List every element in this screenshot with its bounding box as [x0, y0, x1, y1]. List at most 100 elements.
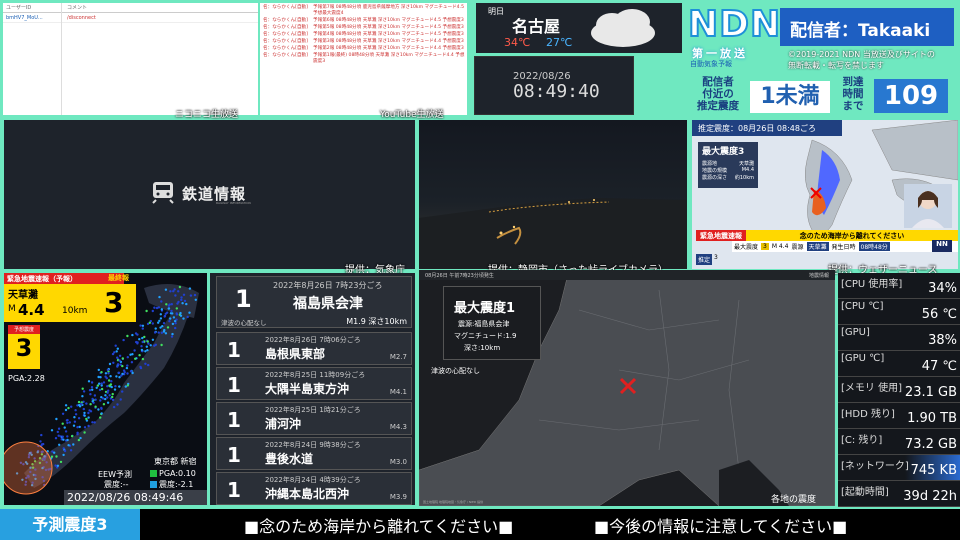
station-dot: [171, 322, 175, 326]
stat-label: [CPU ℃]: [841, 301, 884, 312]
comment-row[interactable]: 名：ならかくん[自動] 予報第7報 08時48分頃 鹿児島県薩摩地方 深さ10km…: [260, 5, 467, 17]
station-dot: [63, 426, 66, 429]
wn-header: 推定震度：08月26日 08:48ごろ: [692, 120, 842, 136]
station-dot: [168, 320, 171, 323]
map-magnitude: マグニチュード:1.9: [454, 332, 517, 340]
station-dot: [188, 311, 191, 314]
station-dot: [170, 309, 173, 313]
shizuoka-live-camera: [419, 120, 687, 269]
comment-row[interactable]: 名：ならかくん[自動] 予報第3報 08時48分頃 天草灘 深さ10km マグニチ…: [260, 39, 467, 45]
eew-depth: 10km: [62, 306, 88, 316]
latest-mag: M1.9 深さ10km: [346, 317, 407, 326]
station-dot: [72, 443, 75, 446]
history-mag: M4.3: [389, 423, 407, 431]
station-dot: [117, 371, 121, 374]
intensity-swatch: [150, 481, 157, 488]
station-dot: [63, 449, 67, 453]
station-dot: [116, 363, 120, 366]
wn-bar-time-label: 発生日時: [831, 244, 856, 251]
system-monitor-panel: [CPU 使用率] 34% [CPU ℃] 56 ℃ [GPU] 38% [GPU ℃] 47…: [838, 273, 960, 507]
youtube-comment-panel: 名：ならかくん[自動] 予報第7報 08時48分頃 鹿児島県薩摩地方 深さ10km…: [260, 3, 467, 115]
history-mag: M4.1: [389, 388, 407, 396]
station-dot: [155, 306, 159, 310]
earthquake-history-row[interactable]: 1 2022年8月24日 9時38分ごろ 豊後水道 M3.0: [216, 437, 412, 470]
station-dot: [97, 408, 100, 411]
station-dot: [175, 307, 178, 310]
station-dot: [185, 302, 188, 306]
station-dot: [57, 434, 60, 437]
station-dot: [171, 332, 174, 336]
station-dot: [72, 424, 76, 427]
station-dot: [138, 338, 141, 341]
station-dot: [98, 388, 102, 392]
station-dot: [55, 417, 58, 421]
eew-title: 緊急地震速報（予報）: [4, 273, 124, 284]
station-dot: [193, 293, 197, 297]
history-mag: M3.9: [389, 493, 407, 501]
streamer-label: 配信者：Takaaki: [780, 8, 954, 46]
station-dot: [100, 382, 103, 385]
stat-label: [GPU]: [841, 327, 870, 338]
comment-user: 名：ならかくん[自動]: [263, 46, 308, 51]
weather-high-temp: 34℃: [504, 36, 531, 49]
clock-panel: 2022/08/26 08:49:40: [474, 56, 634, 115]
wn-bar-intensity: 3: [761, 243, 769, 250]
station-dot: [89, 410, 93, 413]
comment-row[interactable]: 名：ならかくん[自動] 予報第2報 08時48分頃 天草灘 深さ10km マグニチ…: [260, 46, 467, 52]
station-dot: [69, 449, 73, 452]
history-time: 2022年8月26日 7時06分ごろ: [265, 336, 361, 344]
comment-row[interactable]: 名：ならかくん[自動] 予報第5報 08時48分頃 天草灘 深さ10km マグニチ…: [260, 25, 467, 31]
station-dot: [76, 431, 79, 434]
latest-time: 2022年8月26日 7時23分ごろ: [273, 281, 383, 290]
wn-epicenter-row: 震源地 天草灘: [702, 160, 754, 167]
comment-header-label: コメント: [67, 5, 88, 11]
station-dot: [106, 396, 109, 399]
station-dot: [73, 420, 77, 423]
wn-est-label: 推定: [696, 254, 713, 265]
station-dot: [64, 430, 68, 433]
eew-intensity: 3: [104, 286, 124, 319]
station-dot: [115, 350, 118, 353]
station-dot: [181, 302, 184, 305]
system-stat-row: [HDD 残り] 1.90 TB: [838, 403, 960, 429]
youtube-source-label: YouTube生放送: [380, 110, 444, 120]
station-dot: [169, 290, 172, 293]
comment-row[interactable]: 名：ならかくん[自動] 予報第6報 08時48分頃 天草灘 深さ10km マグニチ…: [260, 18, 467, 24]
station-dot: [106, 368, 110, 372]
station-dot: [136, 333, 139, 336]
station-dot: [66, 435, 69, 438]
station-dot: [42, 442, 45, 446]
stat-value: 47 ℃: [921, 359, 957, 374]
comment-text: 予報第7報 08時48分頃 鹿児島県薩摩地方 深さ10km マグニチュード4.5…: [313, 5, 464, 16]
earthquake-history-row[interactable]: 1 2022年8月24日 4時39分ごろ 沖縄本島北西沖 M3.9: [216, 472, 412, 505]
station-dot: [85, 417, 88, 421]
earthquake-history-row[interactable]: 1 2022年8月26日 7時06分ごろ 島根県東部 M2.7: [216, 332, 412, 365]
comment-row[interactable]: bmHV7_MoU... /disconnect: [3, 13, 258, 23]
station-dot: [73, 416, 76, 419]
earthquake-history-row[interactable]: 1 2022年8月25日 1時21分ごろ 浦河沖 M4.3: [216, 402, 412, 435]
weathernews-panel: 推定震度：08月26日 08:48ごろ 最大震度3 震源地 天草灘 地震の規模 M4…: [692, 120, 958, 269]
comment-text: 予報第4報 08時48分頃 天草灘 深さ10km マグ二チュード4.5 予想震度…: [313, 32, 464, 37]
latest-earthquake-card[interactable]: 1 2022年8月26日 7時23分ごろ 福島県会津 津波の心配なし M1.9 …: [216, 276, 412, 328]
station-dot: [68, 421, 72, 424]
station-dot: [100, 371, 103, 374]
station-dot: [121, 357, 125, 360]
map-bottom-label: 各地の震度: [771, 495, 817, 505]
station-dot: [50, 429, 54, 432]
wn-bar-max-label: 最大震度: [734, 244, 759, 251]
station-dot: [83, 431, 86, 434]
eew-timestamp: 2022/08/26 08:49:46: [64, 490, 207, 505]
notice-text: 無断転載・転写を禁じます: [788, 61, 884, 70]
comment-row[interactable]: 名：ならかくん[自動] 予報第1報(最終) 08時48分頃 天草灘 深さ10km …: [260, 53, 467, 65]
stat-value: 39d 22h: [903, 489, 957, 504]
eew-pred-value: 3: [15, 334, 33, 362]
station-dot: [141, 327, 144, 330]
map-header: 08月26日 午前7時23分頃発生 地震情報: [419, 270, 835, 280]
est-label-line3: 推定震度: [697, 100, 739, 112]
station-dot: [116, 356, 119, 359]
earthquake-map-panel: 08月26日 午前7時23分頃発生 地震情報 最大震度1 震源:福島県会津 マグ…: [419, 270, 835, 506]
station-dot: [111, 398, 115, 402]
earthquake-history-row[interactable]: 1 2022年8月25日 11時09分ごろ 大隅半島東方沖 M4.1: [216, 367, 412, 400]
station-dot: [126, 372, 129, 375]
comment-row[interactable]: 名：ならかくん[自動] 予報第4報 08時48分頃 天草灘 深さ10km マグ二チ…: [260, 32, 467, 38]
